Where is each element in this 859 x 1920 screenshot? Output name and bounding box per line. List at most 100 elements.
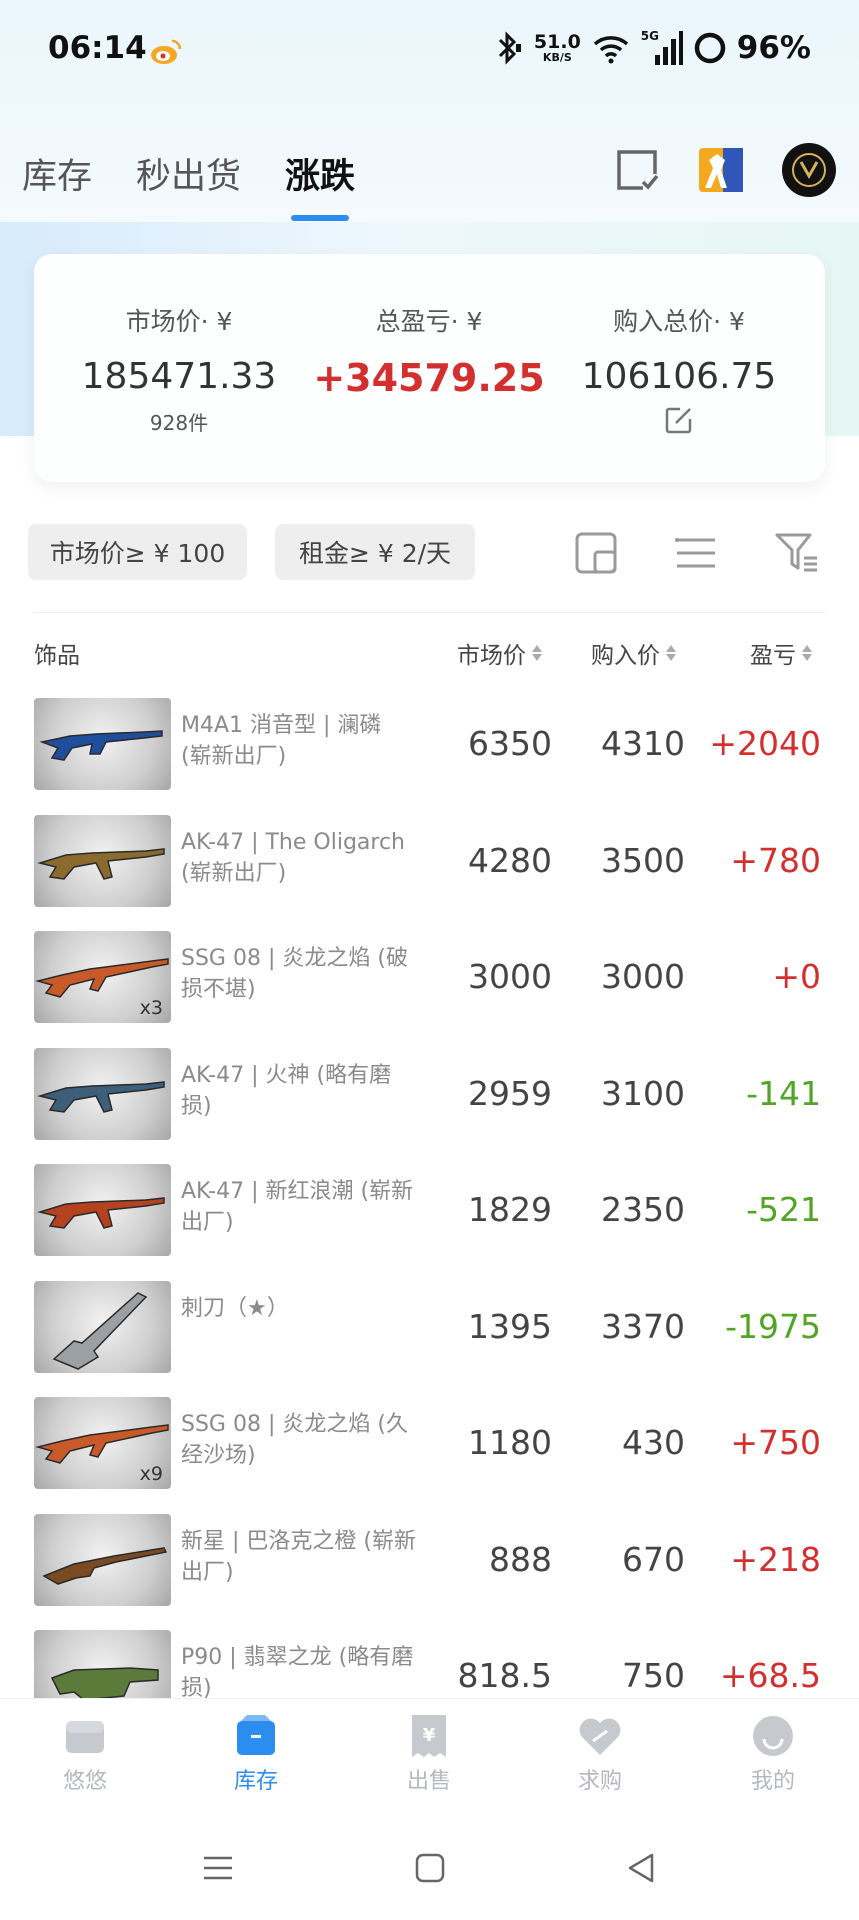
item-name: SSG 08 | 炎龙之焰 (破损不堪) [181, 946, 408, 1002]
item-profit-loss: +750 [730, 1423, 821, 1462]
grid-view-icon[interactable] [573, 530, 619, 576]
item-thumbnail: x3 [34, 931, 171, 1023]
nav-sell[interactable]: ¥ 出售 [369, 1713, 489, 1795]
item-name: AK-47 | 火神 (略有磨损) [181, 1062, 392, 1119]
header-buy-price[interactable]: 购入价 [591, 636, 676, 670]
cost-summary: 购入总价· ¥ 106106.75 [554, 302, 804, 439]
tab-quick-sell[interactable]: 秒出货 [136, 148, 241, 199]
status-time: 06:14 [48, 30, 147, 66]
table-row[interactable]: x3 SSG 08 | 炎龙之焰 (破损不堪) 3000 3000 +0 [34, 917, 825, 1033]
table-row[interactable]: AK-47 | 火神 (略有磨损) 2959 3100 -141 [34, 1034, 825, 1150]
item-name: M4A1 消音型 | 澜磷 (崭新出厂) [181, 713, 382, 769]
table-row[interactable]: x9 SSG 08 | 炎龙之焰 (久经沙场) 1180 430 +750 [34, 1383, 825, 1499]
table-row[interactable]: AK-47 | The Oligarch (崭新出厂) 4280 3500 +780 [34, 801, 825, 917]
item-market-price: 6350 [468, 724, 552, 763]
item-thumbnail [34, 1164, 171, 1256]
cs-game-icon[interactable] [697, 146, 745, 194]
item-name: 刺刀（★） [181, 1295, 289, 1321]
avatar[interactable] [781, 142, 837, 198]
item-buy-price: 3100 [601, 1073, 685, 1113]
sort-icon [666, 645, 676, 661]
battery-icon [694, 32, 726, 64]
item-market-price: 1395 [468, 1306, 552, 1346]
summary-card: 市场价· ¥ 185471.33 928件 总盈亏· ¥ +34579.25 购… [34, 254, 825, 482]
system-nav-bar [0, 1818, 859, 1920]
weapon-shotgun-icon [42, 1546, 168, 1585]
item-buy-price: 750 [622, 1656, 685, 1695]
network-speed: 51.0 KB/S [533, 31, 581, 64]
item-profit-loss: +780 [730, 840, 821, 880]
profit-total: +34579.25 [313, 356, 545, 400]
item-name: AK-47 | The Oligarch (崭新出厂) [181, 829, 405, 886]
top-tabs: 库存 秒出货 涨跌 [22, 148, 355, 221]
header-profit[interactable]: 盈亏 [750, 636, 812, 670]
tab-inventory[interactable]: 库存 [22, 148, 92, 199]
item-buy-price: 3370 [601, 1306, 685, 1346]
edit-icon[interactable] [664, 405, 694, 435]
item-count: 928件 [149, 411, 209, 435]
item-thumbnail [34, 1047, 171, 1140]
item-market-price: 888 [489, 1539, 552, 1579]
nav-profile[interactable]: 我的 [713, 1713, 833, 1795]
market-total: 185471.33 [81, 356, 277, 397]
weapon-ak-icon [37, 847, 165, 880]
weapon-rifle-icon [39, 730, 163, 761]
weapon-ak-icon [37, 1080, 165, 1113]
cellular-signal-icon: 5G [641, 29, 683, 65]
table-row[interactable]: M4A1 消音型 | 澜磷 (崭新出厂) 6350 4310 +2040 [34, 684, 825, 800]
item-thumbnail [34, 814, 171, 907]
market-price-filter-chip[interactable]: 市场价≥ ¥ 100 [28, 524, 247, 580]
nav-inventory[interactable]: 库存 [196, 1713, 316, 1795]
tab-price-change[interactable]: 涨跌 [285, 148, 355, 221]
market-summary: 市场价· ¥ 185471.33 928件 [54, 302, 304, 436]
filter-divider [34, 612, 825, 613]
item-market-price: 3000 [468, 957, 552, 996]
sort-icon [802, 645, 812, 661]
item-profit-loss: -1975 [725, 1306, 821, 1346]
item-thumbnail [34, 1513, 171, 1606]
item-market-price: 4280 [468, 840, 552, 880]
item-name: SSG 08 | 炎龙之焰 (久经沙场) [181, 1412, 408, 1468]
svg-text:¥: ¥ [423, 1725, 436, 1746]
item-buy-price: 4310 [601, 724, 685, 763]
table-row[interactable]: AK-47 | 新红浪潮 (崭新出厂) 1829 2350 -521 [34, 1150, 825, 1266]
item-market-price: 1180 [468, 1423, 552, 1462]
checklist-icon[interactable] [613, 146, 661, 194]
table-row[interactable]: 新星 | 巴洛克之橙 (崭新出厂) 888 670 +218 [34, 1500, 825, 1616]
store-icon [66, 1721, 104, 1753]
rent-filter-chip[interactable]: 租金≥ ¥ 2/天 [275, 524, 475, 580]
heart-tag-icon [579, 1718, 621, 1755]
header-market-price[interactable]: 市场价 [457, 636, 542, 670]
item-buy-price: 670 [622, 1539, 685, 1579]
home-icon[interactable] [412, 1850, 448, 1886]
item-market-price: 1829 [468, 1190, 552, 1229]
profit-summary: 总盈亏· ¥ +34579.25 [304, 302, 554, 400]
nav-buy-request[interactable]: 求购 [540, 1713, 660, 1795]
item-buy-price: 2350 [601, 1190, 685, 1229]
weibo-notification-icon [151, 39, 182, 64]
header-actions [613, 142, 837, 198]
list-view-icon[interactable] [673, 530, 719, 576]
item-profit-loss: +2040 [709, 724, 821, 763]
item-thumbnail [34, 1280, 171, 1373]
filter-icon[interactable] [774, 530, 820, 576]
cost-total: 106106.75 [581, 356, 777, 397]
market-label: 市场价· ¥ [125, 307, 233, 336]
weapon-ak-icon [37, 1197, 165, 1229]
weapon-knife-icon [52, 1291, 148, 1370]
receipt-yen-icon: ¥ [412, 1715, 446, 1757]
item-market-price: 818.5 [457, 1656, 552, 1695]
table-row[interactable]: 刺刀（★） 1395 3370 -1975 [34, 1267, 825, 1383]
menu-icon[interactable] [200, 1850, 236, 1886]
item-thumbnail: x9 [34, 1397, 171, 1489]
sort-icon [532, 645, 542, 661]
status-bar: 06:14 51.0 KB/S 5G 96% [0, 0, 859, 100]
nav-youyou[interactable]: 悠悠 [25, 1713, 145, 1795]
item-name: P90 | 翡翠之龙 (略有磨损) [181, 1645, 414, 1701]
item-thumbnail [34, 698, 171, 790]
back-icon[interactable] [624, 1850, 660, 1886]
item-quantity: x9 [139, 1463, 163, 1485]
item-buy-price: 430 [622, 1423, 685, 1462]
item-quantity: x3 [139, 997, 163, 1019]
item-profit-loss: +68.5 [719, 1656, 821, 1695]
